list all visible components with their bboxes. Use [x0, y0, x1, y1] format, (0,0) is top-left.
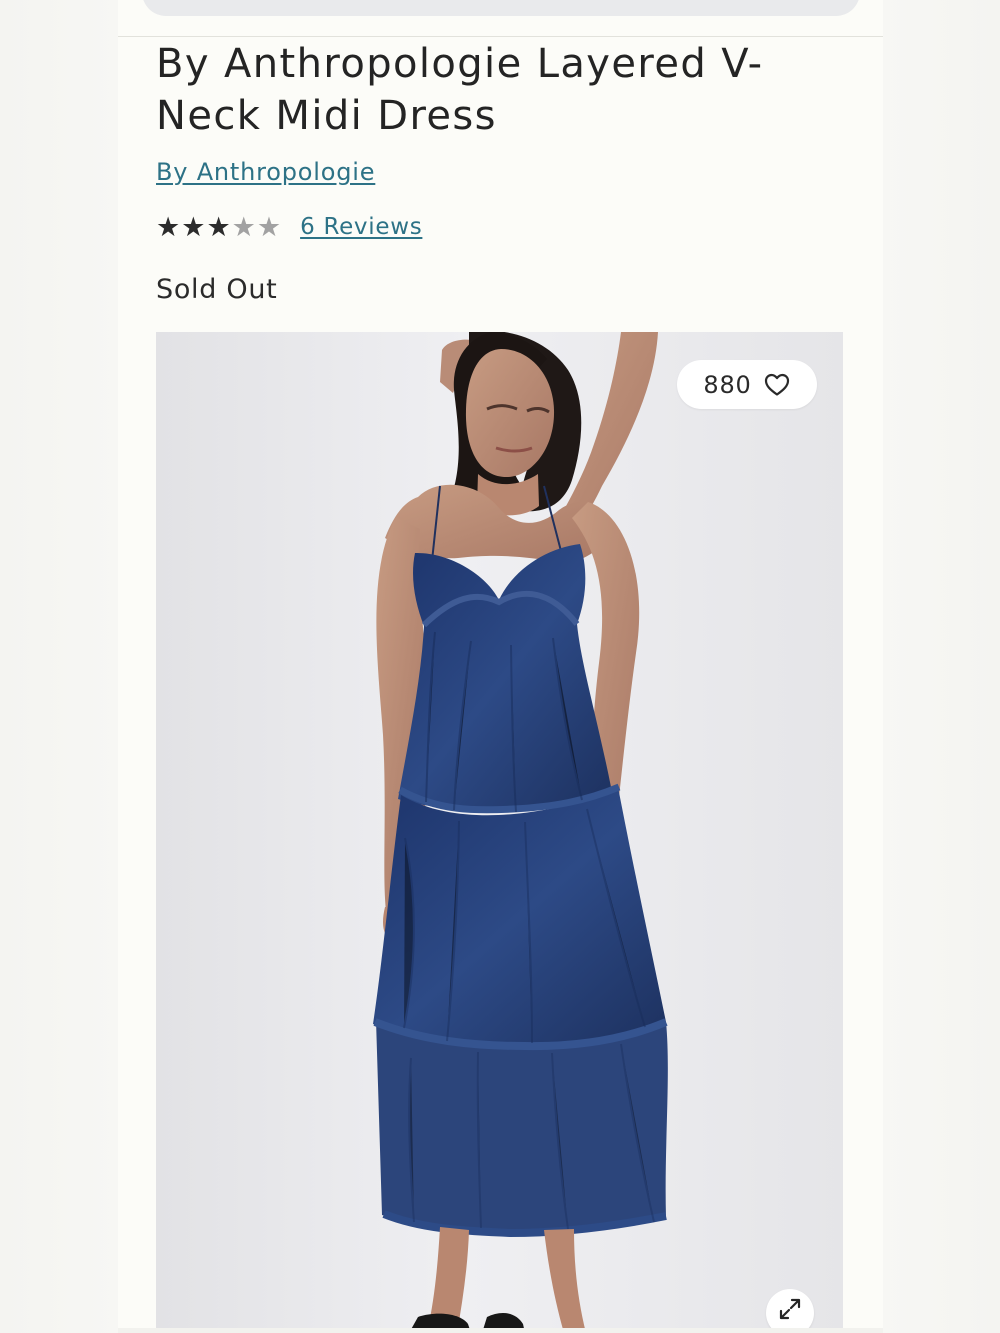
stock-status: Sold Out: [156, 274, 278, 305]
product-title: By Anthropologie Layered V-Neck Midi Dre…: [156, 41, 764, 139]
product-detail-panel: By Anthropologie Layered V-Neck Midi Dre…: [118, 0, 883, 1333]
star-rating: ★ ★ ★ ★ ★: [156, 214, 281, 241]
rating-row: ★ ★ ★ ★ ★ 6 Reviews: [156, 209, 422, 245]
reviews-link[interactable]: 6 Reviews: [300, 214, 422, 240]
star-icon: ★: [156, 211, 181, 243]
dress-model-photo: [156, 332, 843, 1333]
header-divider: [118, 36, 883, 37]
wishlist-button[interactable]: 880: [677, 360, 817, 409]
star-icon: ★: [181, 211, 206, 243]
search-bar[interactable]: [142, 0, 860, 16]
product-page: By Anthropologie Layered V-Neck Midi Dre…: [0, 0, 1000, 1333]
expand-arrows-icon: [779, 1298, 801, 1320]
heart-outline-icon: [764, 373, 789, 396]
star-empty-icon: ★: [231, 211, 256, 243]
product-image[interactable]: 880: [156, 332, 843, 1333]
star-empty-icon: ★: [256, 211, 282, 243]
star-icon: ★: [206, 211, 231, 243]
wishlist-count: 880: [703, 370, 752, 399]
brand-link[interactable]: By Anthropologie: [156, 156, 375, 188]
bottom-divider: [118, 1328, 883, 1333]
expand-image-button[interactable]: [766, 1289, 814, 1333]
